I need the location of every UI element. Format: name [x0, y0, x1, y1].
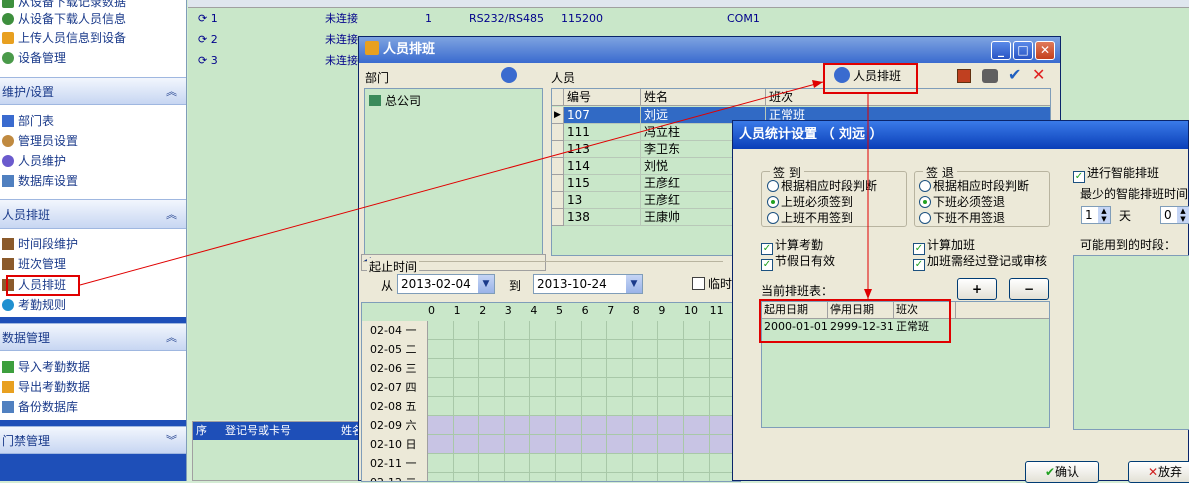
annotation-arrows [79, 80, 872, 299]
annotation-arrowhead [812, 80, 823, 88]
annotation-arrow-line [79, 81, 824, 286]
annotation-arrowhead [864, 289, 872, 299]
